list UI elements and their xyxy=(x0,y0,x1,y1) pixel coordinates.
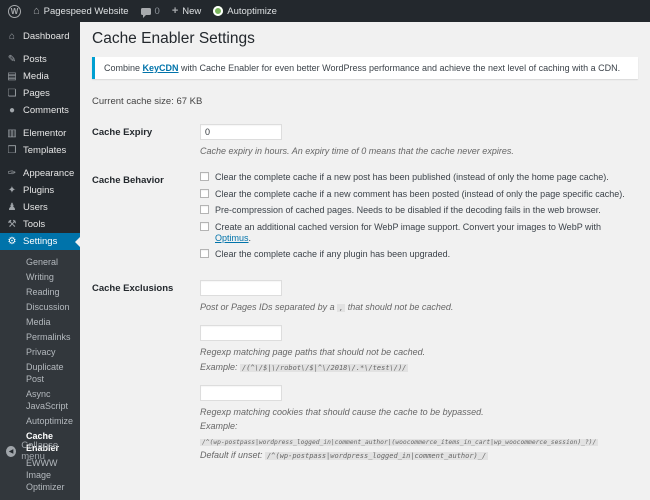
submenu-item-writing[interactable]: Writing xyxy=(0,269,80,284)
sidebar-item-dashboard[interactable]: ⌂ Dashboard xyxy=(0,28,80,45)
excluded-paths-description: Regexp matching page paths that should n… xyxy=(200,345,638,374)
cache-behavior-row: Cache Behavior Clear the complete cache … xyxy=(92,172,638,266)
settings-icon: ⚙ xyxy=(6,237,18,247)
users-icon: ♟ xyxy=(6,203,18,213)
site-name-label: Pagespeed Website xyxy=(44,6,129,17)
sidebar-item-plugins[interactable]: ✦ Plugins xyxy=(0,182,80,199)
collapse-icon: ◀ xyxy=(6,446,16,457)
admin-sidebar: ⌂ Dashboard ✎ Posts ▤ Media ❏ Pages ● Co… xyxy=(0,22,80,468)
sidebar-item-tools[interactable]: ⚒ Tools xyxy=(0,216,80,233)
submenu-item-autoptimize[interactable]: Autoptimize xyxy=(0,413,80,428)
checkbox-row-plugin-upgrade: Clear the complete cache if any plugin h… xyxy=(200,249,638,260)
cache-expiry-input[interactable] xyxy=(200,124,282,140)
autoptimize-icon xyxy=(213,6,223,16)
cache-size-text: Current cache size: 67 KB xyxy=(92,96,638,107)
sidebar-item-appearance[interactable]: ✑ Appearance xyxy=(0,165,80,182)
media-icon: ▤ xyxy=(6,72,18,82)
excluded-cookies-description: Regexp matching cookies that should caus… xyxy=(200,405,638,463)
templates-icon: ❒ xyxy=(6,146,18,156)
posts-icon: ✎ xyxy=(6,55,18,65)
cache-expiry-label: Cache Expiry xyxy=(92,124,200,158)
comments-icon: ● xyxy=(6,106,18,116)
sidebar-item-pages[interactable]: ❏ Pages xyxy=(0,85,80,102)
checkbox-row-precompression: Pre-compression of cached pages. Needs t… xyxy=(200,205,638,216)
collapse-menu-button[interactable]: ◀ Collapse menu xyxy=(0,440,80,462)
submenu-item-general[interactable]: General xyxy=(0,254,80,269)
clear-cache-new-comment-checkbox[interactable] xyxy=(200,189,209,198)
checkbox-row-new-comment: Clear the complete cache if a new commen… xyxy=(200,189,638,200)
submenu-item-media[interactable]: Media xyxy=(0,314,80,329)
sidebar-item-elementor[interactable]: ▥ Elementor xyxy=(0,125,80,142)
keycdn-notice: Combine KeyCDN with Cache Enabler for ev… xyxy=(92,57,638,79)
excluded-paths-regex-input[interactable] xyxy=(200,325,282,341)
submenu-item-permalinks[interactable]: Permalinks xyxy=(0,329,80,344)
site-name-link[interactable]: ⌂ Pagespeed Website xyxy=(33,6,129,17)
submenu-item-reading[interactable]: Reading xyxy=(0,284,80,299)
autoptimize-label: Autoptimize xyxy=(227,6,277,17)
plus-icon: + xyxy=(172,6,178,17)
cache-exclusions-label: Cache Exclusions xyxy=(92,280,200,463)
cookies-example-code: /^(wp-postpass|wordpress_logged_in|comme… xyxy=(200,439,598,446)
sidebar-item-templates[interactable]: ❒ Templates xyxy=(0,142,80,159)
main-content: Cache Enabler Settings Combine KeyCDN wi… xyxy=(80,22,650,468)
sidebar-item-settings[interactable]: ⚙ Settings xyxy=(0,233,80,250)
submenu-item-discussion[interactable]: Discussion xyxy=(0,299,80,314)
elementor-icon: ▥ xyxy=(6,129,18,139)
submenu-item-duplicate-post[interactable]: Duplicate Post xyxy=(0,359,80,386)
wordpress-logo-icon: W xyxy=(8,5,21,18)
page-title: Cache Enabler Settings xyxy=(92,30,638,48)
cache-behavior-label: Cache Behavior xyxy=(92,172,200,266)
appearance-icon: ✑ xyxy=(6,169,18,179)
excluded-cookies-regex-input[interactable] xyxy=(200,385,282,401)
comments-admin-link[interactable]: 0 xyxy=(141,6,160,17)
clear-cache-plugin-upgrade-checkbox[interactable] xyxy=(200,249,209,258)
submenu-item-privacy[interactable]: Privacy xyxy=(0,344,80,359)
sidebar-item-posts[interactable]: ✎ Posts xyxy=(0,51,80,68)
cache-exclusions-row: Cache Exclusions Post or Pages IDs separ… xyxy=(92,280,638,463)
excluded-ids-input[interactable] xyxy=(200,280,282,296)
home-icon: ⌂ xyxy=(33,6,40,17)
plugins-icon: ✦ xyxy=(6,186,18,196)
submenu-item-async-javascript[interactable]: Async JavaScript xyxy=(0,386,80,413)
sidebar-item-users[interactable]: ♟ Users xyxy=(0,199,80,216)
paths-example-code: /(^\/$|\/robot\/$|^\/2018\/.*\/test\/)/ xyxy=(240,364,408,372)
new-content-menu[interactable]: + New xyxy=(172,6,201,17)
cookies-default-code: /^(wp-postpass|wordpress_logged_in|comme… xyxy=(265,452,488,460)
sidebar-item-media[interactable]: ▤ Media xyxy=(0,68,80,85)
admin-bar: W ⌂ Pagespeed Website 0 + New Autoptimiz… xyxy=(0,0,650,22)
precompression-checkbox[interactable] xyxy=(200,205,209,214)
checkbox-row-webp: Create an additional cached version for … xyxy=(200,222,638,244)
cache-expiry-description: Cache expiry in hours. An expiry time of… xyxy=(200,144,638,158)
comments-count: 0 xyxy=(155,6,160,17)
collapse-label: Collapse menu xyxy=(21,440,80,462)
optimus-link[interactable]: Optimus xyxy=(215,233,249,243)
webp-version-checkbox[interactable] xyxy=(200,222,209,231)
checkbox-row-new-post: Clear the complete cache if a new post h… xyxy=(200,172,638,183)
wordpress-logo-menu[interactable]: W xyxy=(8,5,21,18)
clear-cache-new-post-checkbox[interactable] xyxy=(200,172,209,181)
new-label: New xyxy=(182,6,201,17)
excluded-ids-description: Post or Pages IDs separated by a , that … xyxy=(200,300,638,314)
cache-expiry-row: Cache Expiry Cache expiry in hours. An e… xyxy=(92,124,638,158)
comment-bubble-icon xyxy=(141,8,151,15)
settings-submenu: General Writing Reading Discussion Media… xyxy=(0,250,80,500)
keycdn-link[interactable]: KeyCDN xyxy=(143,63,179,73)
autoptimize-toolbar-menu[interactable]: Autoptimize xyxy=(213,6,277,17)
tools-icon: ⚒ xyxy=(6,220,18,230)
pages-icon: ❏ xyxy=(6,89,18,99)
sidebar-item-comments[interactable]: ● Comments xyxy=(0,102,80,119)
dashboard-icon: ⌂ xyxy=(6,32,18,42)
